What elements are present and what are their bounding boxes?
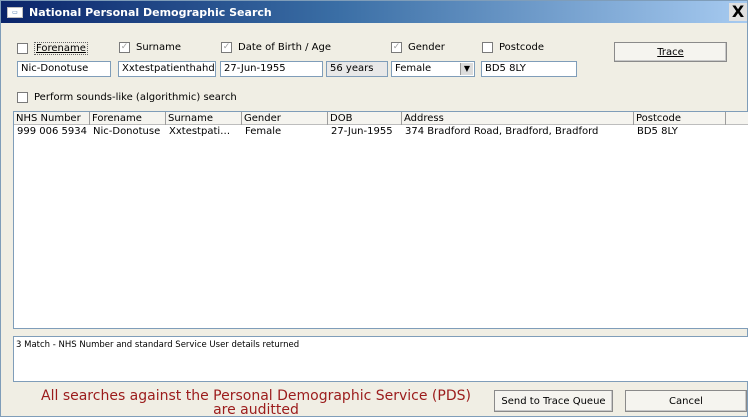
close-icon[interactable]: X <box>729 3 747 21</box>
postcode-checkbox[interactable]: Postcode <box>482 42 544 53</box>
cell-gender[interactable]: Female <box>242 126 328 138</box>
forename-field[interactable]: Nic-Donotuse <box>17 61 111 77</box>
cell-postcode[interactable]: BD5 8LY <box>634 126 726 138</box>
checkbox-icon <box>17 92 28 103</box>
gender-label: Gender <box>408 42 445 53</box>
soundslike-checkbox[interactable]: Perform sounds-like (algorithmic) search <box>17 92 237 103</box>
gender-checkbox[interactable]: ✓ Gender <box>391 42 445 53</box>
surname-label: Surname <box>136 42 181 53</box>
surname-checkbox[interactable]: ✓ Surname <box>119 42 181 53</box>
pds-search-window: ▭ National Personal Demographic Search X… <box>0 0 748 417</box>
cell-surname[interactable]: Xxtestpati… <box>166 126 242 138</box>
column-header-surname[interactable]: Surname <box>166 112 242 125</box>
dob-checkbox[interactable]: ✓ Date of Birth / Age <box>221 42 331 53</box>
postcode-field[interactable]: BD5 8LY <box>481 61 577 77</box>
column-header-forename[interactable]: Forename <box>90 112 166 125</box>
audit-banner: All searches against the Personal Demogr… <box>21 389 491 417</box>
cell-address[interactable]: 374 Bradford Road, Bradford, Bradford <box>402 126 634 138</box>
forename-label: Forename <box>34 42 88 55</box>
cell-dob[interactable]: 27-Jun-1955 <box>328 126 402 138</box>
column-header-address[interactable]: Address <box>402 112 634 125</box>
check-icon: ✓ <box>391 42 402 53</box>
results-table[interactable]: NHS Number Forename Surname Gender DOB A… <box>13 111 748 329</box>
title-bar: ▭ National Personal Demographic Search X <box>1 1 747 23</box>
results-header: NHS Number Forename Surname Gender DOB A… <box>14 112 748 125</box>
audit-banner-line2: are auditted <box>213 402 299 417</box>
age-field: 56 years <box>326 61 388 77</box>
audit-banner-line1: All searches against the Personal Demogr… <box>41 388 471 404</box>
checkbox-icon <box>482 42 493 53</box>
column-header-gender[interactable]: Gender <box>242 112 328 125</box>
status-message: 3 Match - NHS Number and standard Servic… <box>13 336 748 382</box>
checkbox-icon <box>17 43 28 54</box>
check-icon: ✓ <box>221 42 232 53</box>
forename-checkbox[interactable]: Forename <box>17 42 88 55</box>
app-icon: ▭ <box>7 6 23 18</box>
cancel-button[interactable]: Cancel <box>625 390 747 412</box>
column-header-dob[interactable]: DOB <box>328 112 402 125</box>
gender-value: Female <box>395 63 432 74</box>
window-title: National Personal Demographic Search <box>29 5 272 19</box>
gender-select[interactable]: Female ▼ <box>391 61 475 77</box>
chevron-down-icon[interactable]: ▼ <box>460 63 473 75</box>
dob-label: Date of Birth / Age <box>238 42 331 53</box>
trace-button-label: Trace <box>657 46 684 58</box>
send-to-trace-queue-button[interactable]: Send to Trace Queue <box>494 390 613 412</box>
column-header-postcode[interactable]: Postcode <box>634 112 726 125</box>
dob-field[interactable]: 27-Jun-1955 <box>220 61 323 77</box>
cell-forename[interactable]: Nic-Donotuse <box>90 126 166 138</box>
trace-button[interactable]: Trace <box>614 42 727 62</box>
surname-field[interactable]: Xxtestpatienthahd <box>118 61 216 77</box>
postcode-label: Postcode <box>499 42 545 53</box>
soundslike-label: Perform sounds-like (algorithmic) search <box>34 92 237 103</box>
check-icon: ✓ <box>119 42 130 53</box>
cell-nhs-number[interactable]: 999 006 5934 <box>14 126 90 138</box>
column-header-nhs-number[interactable]: NHS Number <box>14 112 90 125</box>
